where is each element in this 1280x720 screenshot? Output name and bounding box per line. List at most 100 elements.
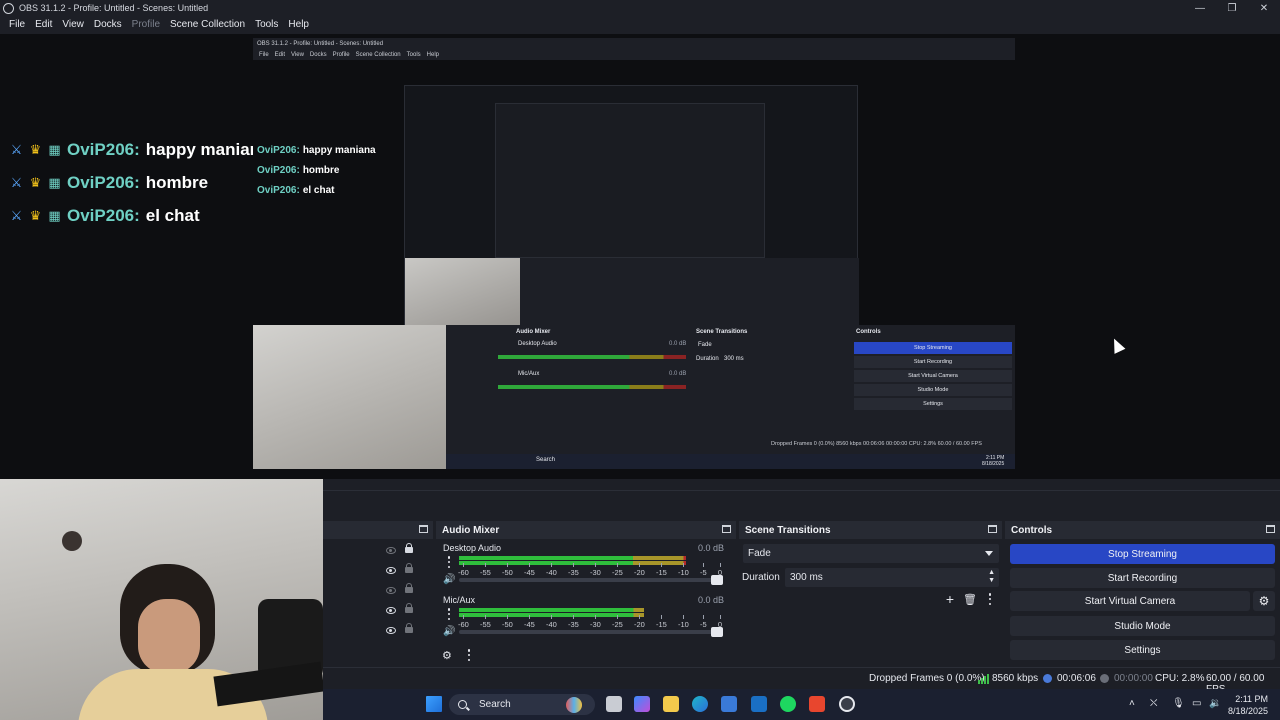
channel-menu-icon[interactable] bbox=[447, 556, 451, 568]
meter-tick-label: -30 bbox=[590, 615, 601, 629]
status-bar: Dropped Frames 0 (0.0%) 8560 kbps 00:06:… bbox=[323, 667, 1280, 695]
maximize-button[interactable]: ❐ bbox=[1216, 0, 1248, 16]
meter-fill bbox=[459, 608, 644, 612]
channel-name: Desktop Audio bbox=[443, 543, 502, 553]
taskbar-clock[interactable]: 2:11 PM 8/18/2025 bbox=[1228, 693, 1268, 717]
microphone-icon[interactable]: 🎙 bbox=[1172, 698, 1185, 709]
nested-transitions-title: Scene Transitions bbox=[696, 329, 748, 335]
brave-icon[interactable] bbox=[809, 696, 825, 712]
close-button[interactable]: ✕ bbox=[1248, 0, 1280, 16]
source-row[interactable] bbox=[386, 540, 413, 560]
source-row[interactable] bbox=[386, 620, 413, 640]
minimize-button[interactable]: — bbox=[1184, 0, 1216, 16]
chat-username: OviP206: bbox=[67, 139, 140, 159]
source-row[interactable] bbox=[386, 580, 413, 600]
speaker-icon[interactable]: 🔊 bbox=[443, 626, 455, 638]
spotify-icon[interactable] bbox=[780, 696, 796, 712]
source-row[interactable] bbox=[386, 560, 413, 580]
visibility-icon[interactable] bbox=[386, 566, 396, 574]
transition-menu-icon[interactable] bbox=[988, 593, 992, 605]
source-row[interactable] bbox=[386, 600, 413, 620]
nested-menu-item: View bbox=[291, 52, 304, 58]
volume-icon[interactable]: 🔉 bbox=[1209, 698, 1221, 709]
channel-menu-icon[interactable] bbox=[447, 608, 451, 620]
nested-start-recording: Start Recording bbox=[854, 356, 1012, 368]
unlock-icon[interactable] bbox=[405, 582, 413, 595]
undock-icon[interactable] bbox=[722, 525, 731, 533]
outlook-icon[interactable] bbox=[751, 696, 767, 712]
duration-field[interactable]: 300 ms ▲ ▼ bbox=[785, 568, 999, 587]
network-off-icon[interactable]: ⛌ bbox=[1150, 698, 1157, 709]
obs-taskbar-icon[interactable] bbox=[839, 696, 855, 712]
edge-icon[interactable] bbox=[692, 696, 708, 712]
sword-icon: ⚔ bbox=[10, 207, 23, 223]
sources-list bbox=[323, 539, 433, 662]
nested-transition: Fade bbox=[698, 342, 712, 348]
copilot-icon[interactable] bbox=[634, 696, 650, 712]
lock-icon[interactable] bbox=[405, 542, 413, 555]
mixer-menu-icon[interactable] bbox=[467, 649, 471, 661]
visibility-icon[interactable] bbox=[386, 626, 396, 634]
start-virtual-camera-button[interactable]: Start Virtual Camera bbox=[1010, 591, 1250, 611]
meter-tick-label: -25 bbox=[612, 615, 623, 629]
settings-button[interactable]: Settings bbox=[1010, 640, 1275, 660]
menu-docks[interactable]: Docks bbox=[89, 19, 127, 30]
meter-tick-label: -50 bbox=[502, 563, 513, 577]
store-icon[interactable] bbox=[721, 696, 737, 712]
task-view-icon[interactable] bbox=[606, 696, 622, 712]
unlock-icon[interactable] bbox=[405, 622, 413, 635]
chat-text: hombre bbox=[145, 172, 209, 192]
volume-slider[interactable] bbox=[459, 575, 723, 585]
display-icon[interactable]: ▭ bbox=[1192, 698, 1201, 709]
spin-arrows-icon[interactable]: ▲ ▼ bbox=[988, 569, 995, 585]
unlock-icon[interactable] bbox=[405, 562, 413, 575]
sources-dock-header bbox=[323, 521, 433, 539]
studio-mode-button[interactable]: Studio Mode bbox=[1010, 616, 1275, 636]
duration-label: Duration bbox=[742, 572, 780, 583]
nested-menu: File Edit View Docks Profile Scene Colle… bbox=[253, 50, 1015, 60]
nested-chat-user: OviP206: bbox=[257, 184, 300, 196]
menu-tools[interactable]: Tools bbox=[250, 19, 283, 30]
meter-tick-label: -35 bbox=[568, 615, 579, 629]
visibility-icon[interactable] bbox=[386, 606, 396, 614]
start-recording-button[interactable]: Start Recording bbox=[1010, 568, 1275, 588]
nested-stop-streaming: Stop Streaming bbox=[854, 342, 1012, 354]
unlock-icon[interactable] bbox=[405, 602, 413, 615]
undock-icon[interactable] bbox=[419, 525, 428, 533]
menu-profile[interactable]: Profile bbox=[127, 19, 165, 30]
channel-db: 0.0 dB bbox=[698, 595, 725, 605]
visibility-off-icon[interactable] bbox=[386, 586, 396, 594]
advanced-audio-icon[interactable]: ⚙ bbox=[442, 649, 452, 662]
delete-transition-button[interactable]: 🗑 bbox=[962, 591, 978, 607]
dropped-frames: Dropped Frames 0 (0.0%) bbox=[869, 673, 985, 684]
taskbar-search-label: Search bbox=[479, 699, 511, 710]
nested-menu-item: File bbox=[259, 52, 269, 58]
volume-slider[interactable] bbox=[459, 627, 723, 637]
chat-username: OviP206: bbox=[67, 172, 140, 192]
menu-scene-collection[interactable]: Scene Collection bbox=[165, 19, 250, 30]
menu-edit[interactable]: Edit bbox=[30, 19, 57, 30]
meter-tick-label: -10 bbox=[678, 563, 689, 577]
menu-file[interactable]: File bbox=[4, 19, 30, 30]
menu-view[interactable]: View bbox=[57, 19, 89, 30]
add-transition-button[interactable]: + bbox=[942, 591, 958, 607]
undock-icon[interactable] bbox=[988, 525, 997, 533]
duration-value: 300 ms bbox=[790, 572, 823, 583]
undock-icon[interactable] bbox=[1266, 525, 1275, 533]
record-time: 00:00:00 bbox=[1114, 673, 1153, 684]
stop-streaming-button[interactable]: Stop Streaming bbox=[1010, 544, 1275, 564]
transition-select[interactable]: Fade bbox=[743, 544, 999, 563]
widgets-icon[interactable] bbox=[566, 697, 582, 713]
chat-message: ⚔ ♛ ▦ OviP206: hombre bbox=[8, 166, 270, 199]
streaming-icon bbox=[1043, 674, 1052, 683]
tray-chevron-icon[interactable]: ˄ bbox=[1129, 698, 1135, 709]
volume-slider-knob[interactable] bbox=[711, 575, 723, 585]
file-explorer-icon[interactable] bbox=[663, 696, 679, 712]
visibility-off-icon[interactable] bbox=[386, 546, 396, 554]
windows-start-icon[interactable] bbox=[426, 696, 442, 712]
docks-splitter[interactable] bbox=[323, 490, 1280, 520]
virtual-camera-settings-button[interactable]: ⚙ bbox=[1253, 591, 1275, 611]
menu-help[interactable]: Help bbox=[283, 19, 314, 30]
volume-slider-knob[interactable] bbox=[711, 627, 723, 637]
speaker-icon[interactable]: 🔊 bbox=[443, 574, 455, 586]
